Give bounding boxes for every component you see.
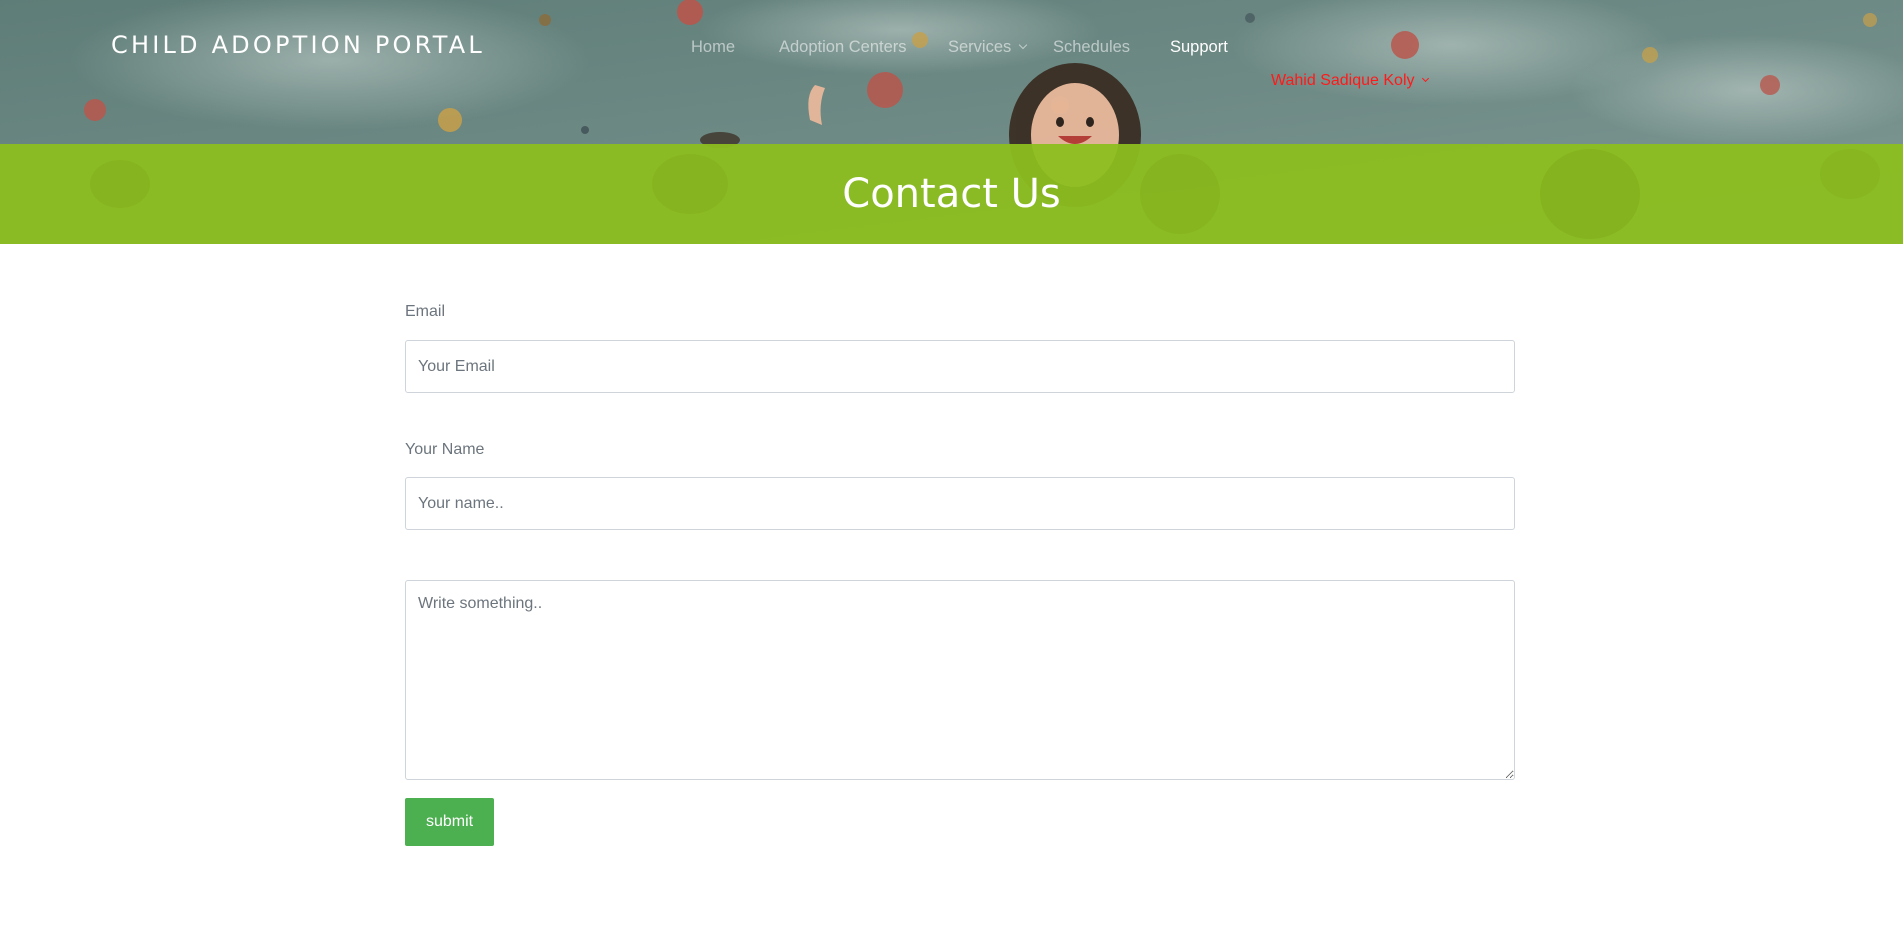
- name-label: Your Name: [405, 441, 485, 458]
- email-label: Email: [405, 303, 446, 320]
- chevron-down-icon: [1019, 40, 1028, 50]
- nav-support[interactable]: Support: [1170, 38, 1228, 57]
- nav-adoption-centers[interactable]: Adoption Centers: [779, 38, 907, 57]
- chevron-down-icon: [1421, 74, 1429, 83]
- email-input[interactable]: [405, 340, 1515, 393]
- name-input[interactable]: [405, 477, 1515, 530]
- nav-schedules[interactable]: Schedules: [1053, 38, 1130, 57]
- user-menu-dropdown[interactable]: Wahid Sadique Koly: [1271, 72, 1429, 90]
- nav-services-label: Services: [948, 38, 1012, 56]
- message-textarea[interactable]: [405, 580, 1515, 780]
- hero-banner: CHILD ADOPTION PORTAL Home Adoption Cent…: [0, 0, 1903, 244]
- nav-services[interactable]: Services: [948, 38, 1028, 57]
- nav-home[interactable]: Home: [691, 38, 735, 57]
- page-title: Contact Us: [842, 171, 1061, 217]
- submit-button[interactable]: submit: [405, 798, 494, 846]
- top-navbar: CHILD ADOPTION PORTAL Home Adoption Cent…: [0, 0, 1903, 144]
- user-name: Wahid Sadique Koly: [1271, 72, 1415, 89]
- site-brand[interactable]: CHILD ADOPTION PORTAL: [111, 31, 485, 59]
